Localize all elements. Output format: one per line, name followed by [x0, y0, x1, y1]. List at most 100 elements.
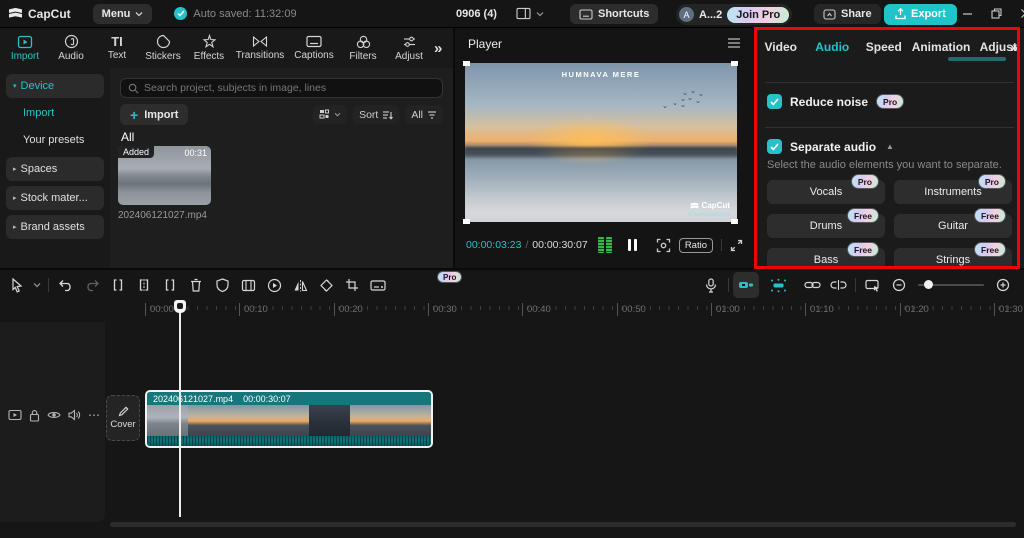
- join-pro-button[interactable]: Join Pro: [727, 7, 789, 23]
- restore-icon[interactable]: [991, 8, 1002, 19]
- reduce-noise-checkbox[interactable]: [767, 94, 782, 109]
- tab-adjust[interactable]: Adjust: [386, 35, 432, 62]
- split-right-icon[interactable]: [157, 272, 183, 298]
- tab-stickers[interactable]: Stickers: [140, 34, 186, 62]
- tab-captions[interactable]: Captions: [288, 35, 340, 61]
- selection-handle[interactable]: [463, 61, 470, 66]
- zoom-in-icon[interactable]: [990, 272, 1016, 298]
- playhead-line[interactable]: [179, 300, 181, 517]
- tab-video[interactable]: Video: [755, 36, 807, 58]
- crop-icon[interactable]: [339, 272, 365, 298]
- stem-bass-button[interactable]: Bass Free: [767, 248, 885, 268]
- tab-text[interactable]: TI Text: [94, 35, 140, 61]
- sidebar-item-brand-assets[interactable]: ▸ Brand assets: [6, 215, 104, 239]
- select-tool-chevron-icon[interactable]: [30, 272, 44, 298]
- view-mode-button[interactable]: [313, 105, 347, 124]
- collapse-caret-icon[interactable]: ▲: [886, 142, 894, 151]
- stem-drums-button[interactable]: Drums Free: [767, 214, 885, 238]
- delete-icon[interactable]: [183, 272, 209, 298]
- scrolled-slider-fragment[interactable]: [948, 57, 1006, 61]
- stem-strings-button[interactable]: Strings Free: [894, 248, 1012, 268]
- separate-audio-label: Separate audio: [790, 140, 876, 154]
- search-input[interactable]: [144, 82, 435, 94]
- link-icon[interactable]: [799, 272, 825, 298]
- inspector-more-icon[interactable]: »: [1010, 39, 1018, 55]
- more-tabs-icon[interactable]: »: [434, 40, 442, 57]
- timeline-ruler[interactable]: 00:00 00:10 00:20 00:30 00:40 00:50 01:0…: [0, 300, 1024, 322]
- minimize-icon[interactable]: [962, 8, 973, 19]
- mute-track-icon[interactable]: [68, 409, 81, 421]
- close-icon[interactable]: [1020, 8, 1024, 19]
- sort-button[interactable]: Sort: [353, 105, 399, 124]
- stem-vocals-button[interactable]: Vocals Pro: [767, 180, 885, 204]
- sidebar-item-stock-materials[interactable]: ▸ Stock mater...: [6, 186, 104, 210]
- tab-transitions[interactable]: Transitions: [232, 35, 288, 61]
- layout-panels-icon[interactable]: [516, 7, 531, 20]
- speed-icon[interactable]: [261, 272, 287, 298]
- auto-captions-icon[interactable]: [365, 272, 391, 298]
- mirror-icon[interactable]: [287, 272, 313, 298]
- shortcuts-button[interactable]: Shortcuts: [570, 4, 658, 24]
- collapsed-triangle-icon: ▸: [13, 194, 17, 202]
- redo-icon[interactable]: [79, 272, 105, 298]
- autosave-check-icon: [174, 7, 187, 20]
- player-menu-icon[interactable]: [727, 38, 741, 48]
- sidebar-item-your-presets[interactable]: Your presets: [6, 128, 104, 152]
- stem-guitar-button[interactable]: Guitar Free: [894, 214, 1012, 238]
- overlay-icon[interactable]: [235, 272, 261, 298]
- auto-arrange-icon[interactable]: [765, 272, 791, 298]
- pro-badge: Pro: [876, 94, 904, 109]
- layout-chevron-icon[interactable]: [536, 11, 544, 17]
- mask-icon[interactable]: [209, 272, 235, 298]
- tab-filters[interactable]: Filters: [340, 35, 386, 62]
- video-preview[interactable]: HUMNAVA MERE CapCut © templatebyus: [465, 63, 737, 222]
- playhead-handle[interactable]: [174, 300, 186, 313]
- selection-handle[interactable]: [731, 61, 738, 66]
- tab-import[interactable]: Import: [2, 35, 48, 62]
- pause-button[interactable]: [628, 239, 637, 251]
- select-tool-icon[interactable]: [4, 272, 30, 298]
- tab-audio[interactable]: Audio: [48, 34, 94, 62]
- lock-track-icon[interactable]: [29, 409, 40, 422]
- split-left-icon[interactable]: [105, 272, 131, 298]
- search-box[interactable]: [120, 78, 443, 98]
- track-more-icon[interactable]: ⋯: [88, 408, 101, 422]
- unlink-icon[interactable]: [825, 272, 851, 298]
- separate-audio-checkbox[interactable]: [767, 139, 782, 154]
- rotate-icon[interactable]: [313, 272, 339, 298]
- magnetic-snap-icon[interactable]: [733, 272, 759, 298]
- clip-header: 202406121027.mp4 00:00:30:07: [147, 392, 431, 405]
- export-button[interactable]: Export: [884, 4, 957, 25]
- tab-effects[interactable]: Effects: [186, 34, 232, 62]
- tab-audio[interactable]: Audio: [807, 36, 859, 58]
- record-voiceover-icon[interactable]: [698, 272, 724, 298]
- undo-icon[interactable]: [53, 272, 79, 298]
- selection-handle[interactable]: [731, 219, 738, 224]
- share-button[interactable]: Share: [814, 4, 881, 24]
- hide-track-icon[interactable]: [47, 410, 61, 420]
- preview-frame-icon[interactable]: [860, 272, 886, 298]
- zoom-out-icon[interactable]: [886, 272, 912, 298]
- ratio-button[interactable]: Ratio: [679, 238, 713, 253]
- zoom-slider-knob[interactable]: [924, 280, 933, 289]
- quality-preview-icon[interactable]: [656, 238, 671, 253]
- timeline-horizontal-scrollbar[interactable]: [110, 522, 1016, 527]
- sidebar-item-device[interactable]: ▾ Device: [6, 74, 104, 98]
- tab-animation[interactable]: Animation: [910, 36, 973, 58]
- timeline-zoom-slider[interactable]: [918, 284, 984, 286]
- selection-handle[interactable]: [463, 219, 470, 224]
- timeline-video-clip[interactable]: 202406121027.mp4 00:00:30:07: [145, 390, 433, 448]
- ruler-label: 00:30: [428, 303, 457, 316]
- stem-instruments-button[interactable]: Instruments Pro: [894, 180, 1012, 204]
- sidebar-item-spaces[interactable]: ▸ Spaces: [6, 157, 104, 181]
- split-icon[interactable]: [131, 272, 157, 298]
- account-pill[interactable]: A A...2 Join Pro: [676, 4, 792, 25]
- media-item-thumbnail[interactable]: Added 00:31: [118, 146, 211, 205]
- filter-button[interactable]: All: [405, 105, 443, 124]
- fullscreen-icon[interactable]: [730, 239, 743, 252]
- import-media-button[interactable]: + Import: [120, 104, 188, 125]
- cover-button[interactable]: Cover: [106, 395, 140, 441]
- sidebar-item-import[interactable]: Import: [6, 101, 104, 125]
- tab-speed[interactable]: Speed: [858, 36, 910, 58]
- menu-button[interactable]: Menu: [93, 4, 153, 24]
